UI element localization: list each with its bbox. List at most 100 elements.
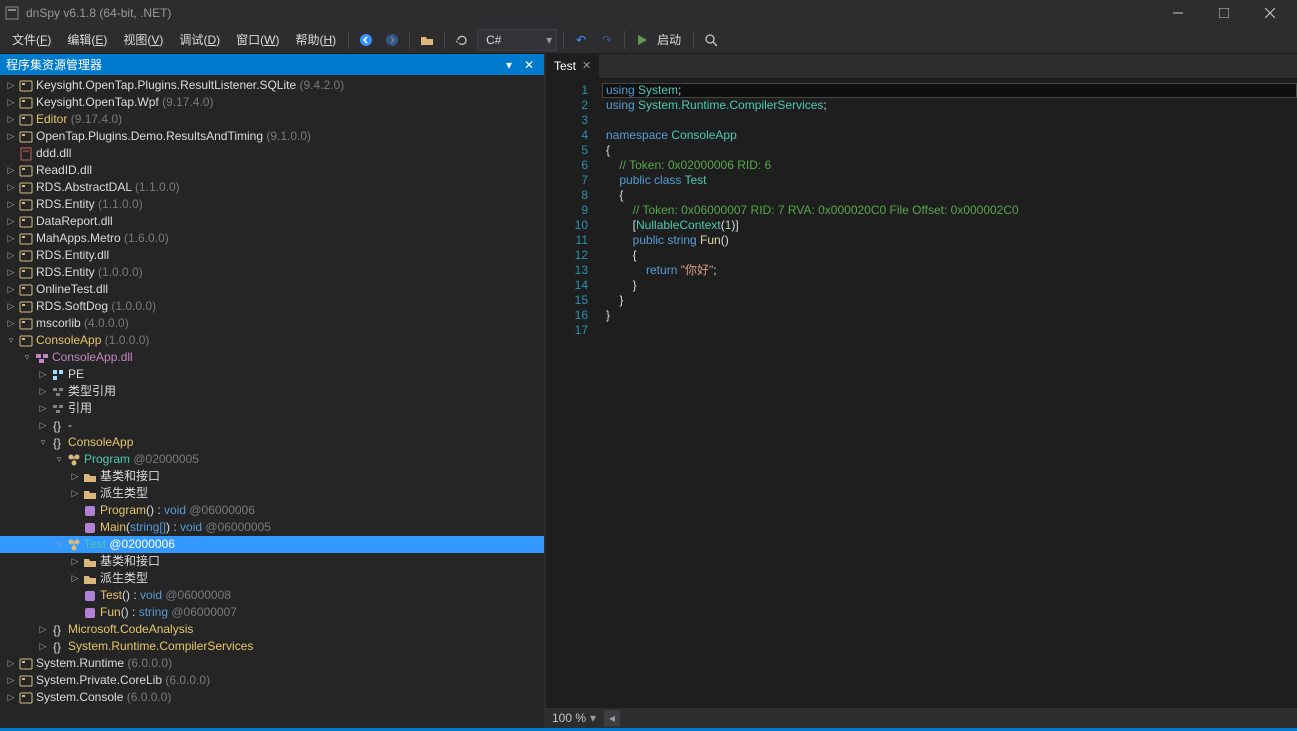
tree-row[interactable]: ▷类型引用 bbox=[0, 383, 544, 400]
tree-row[interactable]: ▷RDS.Entity.dll bbox=[0, 247, 544, 264]
code-line[interactable]: } bbox=[602, 308, 1297, 323]
twisty-icon[interactable]: ▷ bbox=[4, 247, 18, 264]
run-label[interactable]: 启动 bbox=[655, 27, 689, 52]
twisty-icon[interactable]: ▷ bbox=[4, 672, 18, 689]
zoom-control[interactable]: 100 % ▾ bbox=[552, 711, 596, 725]
twisty-icon[interactable]: ▷ bbox=[4, 111, 18, 128]
tree-row[interactable]: ▷RDS.Entity (1.1.0.0) bbox=[0, 196, 544, 213]
tree-row[interactable]: ▷System.Private.CoreLib (6.0.0.0) bbox=[0, 672, 544, 689]
code-line[interactable]: { bbox=[602, 188, 1297, 203]
tree-row[interactable]: ▷RDS.SoftDog (1.0.0.0) bbox=[0, 298, 544, 315]
twisty-icon[interactable]: ▷ bbox=[36, 383, 50, 400]
code-line[interactable]: } bbox=[602, 278, 1297, 293]
code-line[interactable]: } bbox=[602, 293, 1297, 308]
tree-row[interactable]: Fun() : string @06000007 bbox=[0, 604, 544, 621]
tree-row[interactable]: ▷基类和接口 bbox=[0, 468, 544, 485]
tree-row[interactable]: ▷MahApps.Metro (1.6.0.0) bbox=[0, 230, 544, 247]
editor-tab[interactable]: Test ✕ bbox=[546, 53, 599, 78]
maximize-button[interactable] bbox=[1201, 0, 1247, 26]
twisty-icon[interactable]: ▿ bbox=[36, 434, 50, 451]
twisty-icon[interactable]: ▷ bbox=[36, 366, 50, 383]
horizontal-scrollbar[interactable]: ◂ bbox=[604, 710, 1291, 726]
twisty-icon[interactable]: ▷ bbox=[36, 638, 50, 655]
panel-dropdown-button[interactable]: ▾ bbox=[500, 56, 518, 74]
code-area[interactable]: using System;using System.Runtime.Compil… bbox=[602, 79, 1297, 707]
code-line[interactable]: // Token: 0x02000006 RID: 6 bbox=[602, 158, 1297, 173]
tree-row[interactable]: ▷Keysight.OpenTap.Wpf (9.17.4.0) bbox=[0, 94, 544, 111]
twisty-icon[interactable]: ▷ bbox=[4, 230, 18, 247]
twisty-icon[interactable]: ▿ bbox=[52, 536, 66, 553]
code-line[interactable] bbox=[602, 323, 1297, 338]
tree-row[interactable]: ▷System.Console (6.0.0.0) bbox=[0, 689, 544, 706]
twisty-icon[interactable]: ▷ bbox=[4, 213, 18, 230]
twisty-icon[interactable]: ▿ bbox=[52, 451, 66, 468]
nav-forward-button[interactable] bbox=[380, 28, 404, 52]
tree-row[interactable]: ▷基类和接口 bbox=[0, 553, 544, 570]
tree-row[interactable]: ddd.dll bbox=[0, 145, 544, 162]
panel-close-button[interactable]: ✕ bbox=[520, 56, 538, 74]
code-line[interactable]: // Token: 0x06000007 RID: 7 RVA: 0x00002… bbox=[602, 203, 1297, 218]
tree-row[interactable]: ▷派生类型 bbox=[0, 485, 544, 502]
twisty-icon[interactable]: ▷ bbox=[4, 264, 18, 281]
tree-row[interactable]: ▷{}- bbox=[0, 417, 544, 434]
tree-row[interactable]: ▿Program @02000005 bbox=[0, 451, 544, 468]
twisty-icon[interactable]: ▷ bbox=[4, 315, 18, 332]
twisty-icon[interactable]: ▷ bbox=[4, 281, 18, 298]
nav-back-button[interactable] bbox=[354, 28, 378, 52]
code-line[interactable]: public class Test bbox=[602, 173, 1297, 188]
tree-row[interactable]: Main(string[]) : void @06000005 bbox=[0, 519, 544, 536]
code-line[interactable]: return "你好"; bbox=[602, 263, 1297, 278]
tree-row[interactable]: ▷System.Runtime (6.0.0.0) bbox=[0, 655, 544, 672]
twisty-icon[interactable]: ▷ bbox=[68, 485, 82, 502]
twisty-icon[interactable]: ▷ bbox=[4, 179, 18, 196]
twisty-icon[interactable]: ▷ bbox=[68, 570, 82, 587]
twisty-icon[interactable]: ▷ bbox=[4, 298, 18, 315]
tree-row[interactable]: ▷{}System.Runtime.CompilerServices bbox=[0, 638, 544, 655]
scroll-left-icon[interactable]: ◂ bbox=[604, 710, 620, 726]
tree-row[interactable]: ▷PE bbox=[0, 366, 544, 383]
tree-row[interactable]: ▷Keysight.OpenTap.Plugins.ResultListener… bbox=[0, 77, 544, 94]
tree-row[interactable]: ▿ConsoleApp (1.0.0.0) bbox=[0, 332, 544, 349]
menu-debug[interactable]: 调试(D) bbox=[171, 27, 228, 52]
twisty-icon[interactable]: ▷ bbox=[4, 77, 18, 94]
twisty-icon[interactable]: ▷ bbox=[36, 621, 50, 638]
code-line[interactable]: { bbox=[602, 248, 1297, 263]
minimize-button[interactable] bbox=[1155, 0, 1201, 26]
language-combo[interactable]: C# ▾ bbox=[477, 29, 557, 51]
menu-edit[interactable]: 编辑(E) bbox=[59, 27, 115, 52]
redo-button[interactable]: ↷ bbox=[595, 28, 619, 52]
tree-row[interactable]: Program() : void @06000006 bbox=[0, 502, 544, 519]
code-line[interactable]: using System; bbox=[602, 83, 1297, 98]
tree-row[interactable]: ▷OnlineTest.dll bbox=[0, 281, 544, 298]
code-line[interactable] bbox=[602, 113, 1297, 128]
tree-row[interactable]: ▷mscorlib (4.0.0.0) bbox=[0, 315, 544, 332]
code-line[interactable]: namespace ConsoleApp bbox=[602, 128, 1297, 143]
menu-view[interactable]: 视图(V) bbox=[115, 27, 171, 52]
twisty-icon[interactable]: ▷ bbox=[68, 553, 82, 570]
close-button[interactable] bbox=[1247, 0, 1293, 26]
code-line[interactable]: public string Fun() bbox=[602, 233, 1297, 248]
tree-scroll[interactable]: ▷Keysight.OpenTap.Plugins.ResultListener… bbox=[0, 75, 544, 728]
twisty-icon[interactable]: ▷ bbox=[36, 400, 50, 417]
tree-row[interactable]: ▷DataReport.dll bbox=[0, 213, 544, 230]
search-button[interactable] bbox=[699, 28, 723, 52]
twisty-icon[interactable]: ▷ bbox=[4, 162, 18, 179]
tree-row[interactable]: ▿{}ConsoleApp bbox=[0, 434, 544, 451]
tree-row[interactable]: ▷派生类型 bbox=[0, 570, 544, 587]
menu-file[interactable]: 文件(F) bbox=[4, 27, 59, 52]
twisty-icon[interactable]: ▷ bbox=[4, 94, 18, 111]
twisty-icon[interactable]: ▷ bbox=[4, 655, 18, 672]
undo-button[interactable]: ↶ bbox=[569, 28, 593, 52]
tree-row[interactable]: ▿ConsoleApp.dll bbox=[0, 349, 544, 366]
reload-button[interactable] bbox=[450, 28, 474, 52]
menu-help[interactable]: 帮助(H) bbox=[287, 27, 344, 52]
tree-row[interactable]: Test() : void @06000008 bbox=[0, 587, 544, 604]
twisty-icon[interactable]: ▷ bbox=[4, 689, 18, 706]
close-icon[interactable]: ✕ bbox=[582, 59, 591, 72]
code-line[interactable]: using System.Runtime.CompilerServices; bbox=[602, 98, 1297, 113]
twisty-icon[interactable]: ▿ bbox=[4, 332, 18, 349]
menu-window[interactable]: 窗口(W) bbox=[228, 27, 287, 52]
code-line[interactable]: [NullableContext(1)] bbox=[602, 218, 1297, 233]
tree-row[interactable]: ▷引用 bbox=[0, 400, 544, 417]
twisty-icon[interactable]: ▷ bbox=[68, 468, 82, 485]
